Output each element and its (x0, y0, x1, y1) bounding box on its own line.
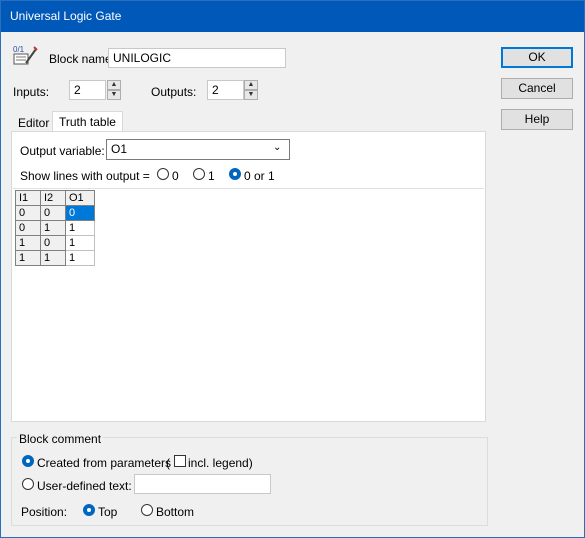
dialog-window: Universal Logic Gate 0/1 Block name: UNI… (0, 0, 585, 538)
table-row: 1 1 1 (15, 250, 95, 266)
table-cell: 0 (15, 205, 41, 221)
truth-table: I1 I2 O1 0 0 0 0 1 1 1 0 1 1 1 1 (15, 190, 95, 266)
incl-legend-checkbox[interactable] (174, 455, 186, 467)
radio-output-0-label: 0 (172, 169, 179, 183)
table-header-row: I1 I2 O1 (15, 190, 95, 206)
user-defined-text-field[interactable] (134, 474, 271, 494)
outputs-field[interactable]: 2 (207, 80, 244, 100)
output-cell[interactable]: 1 (65, 220, 95, 236)
column-header: I2 (40, 190, 66, 206)
table-cell: 0 (40, 235, 66, 251)
inputs-field[interactable]: 2 (69, 80, 106, 100)
radio-user-defined[interactable] (22, 478, 34, 490)
table-cell: 0 (40, 205, 66, 221)
user-defined-label: User-defined text: (37, 479, 132, 493)
outputs-spinner[interactable]: ▲ ▼ (244, 80, 258, 100)
tab-truth-table[interactable]: Truth table (52, 111, 123, 132)
output-cell[interactable]: 1 (65, 250, 95, 266)
column-header: O1 (65, 190, 95, 206)
block-name-label: Block name: (49, 52, 116, 66)
output-cell[interactable]: 1 (65, 235, 95, 251)
radio-output-1-label: 1 (208, 169, 215, 183)
radio-position-bottom[interactable] (141, 504, 153, 516)
cancel-button[interactable]: Cancel (501, 78, 573, 99)
inputs-spinner[interactable]: ▲ ▼ (107, 80, 121, 100)
inputs-label: Inputs: (13, 85, 50, 99)
radio-output-0-or-1[interactable] (229, 168, 241, 180)
position-label: Position: (21, 505, 68, 519)
position-bottom-label: Bottom (156, 505, 195, 519)
outputs-label: Outputs: (151, 85, 197, 99)
position-top-label: Top (98, 505, 118, 519)
table-cell: 1 (15, 250, 41, 266)
radio-output-0-or-1-label: 0 or 1 (244, 169, 275, 183)
spin-up-icon[interactable]: ▲ (107, 80, 121, 90)
title-bar: Universal Logic Gate (1, 1, 584, 32)
incl-legend-label: incl. legend) (188, 456, 253, 470)
created-from-parameters-label: Created from parameters (37, 456, 172, 470)
output-variable-label: Output variable: (20, 144, 105, 158)
output-variable-select[interactable]: O1 ⌄ (106, 139, 290, 160)
logic-gate-icon: 0/1 (12, 43, 38, 67)
table-row: 1 0 1 (15, 235, 95, 251)
ok-button[interactable]: OK (501, 47, 573, 68)
paren-open: ( (166, 456, 170, 470)
help-button[interactable]: Help (501, 109, 573, 130)
spin-down-icon[interactable]: ▼ (244, 90, 258, 100)
radio-output-0[interactable] (157, 168, 169, 180)
svg-text:0/1: 0/1 (13, 45, 25, 54)
column-header: I1 (15, 190, 41, 206)
chevron-down-icon: ⌄ (273, 142, 282, 153)
table-cell: 1 (40, 220, 66, 236)
spin-up-icon[interactable]: ▲ (244, 80, 258, 90)
table-row: 0 1 1 (15, 220, 95, 236)
output-cell[interactable]: 0 (65, 205, 95, 221)
table-cell: 0 (15, 220, 41, 236)
radio-output-1[interactable] (193, 168, 205, 180)
table-cell: 1 (40, 250, 66, 266)
radio-created-from-parameters[interactable] (22, 455, 34, 467)
tab-editor[interactable]: Editor (12, 113, 55, 133)
block-name-field[interactable]: UNILOGIC (108, 48, 286, 68)
table-row: 0 0 0 (15, 205, 95, 221)
block-comment-title: Block comment (17, 432, 104, 446)
output-variable-value: O1 (111, 142, 128, 156)
spin-down-icon[interactable]: ▼ (107, 90, 121, 100)
radio-position-top[interactable] (83, 504, 95, 516)
table-cell: 1 (15, 235, 41, 251)
show-lines-label: Show lines with output = (20, 169, 150, 183)
window-title: Universal Logic Gate (10, 9, 122, 23)
